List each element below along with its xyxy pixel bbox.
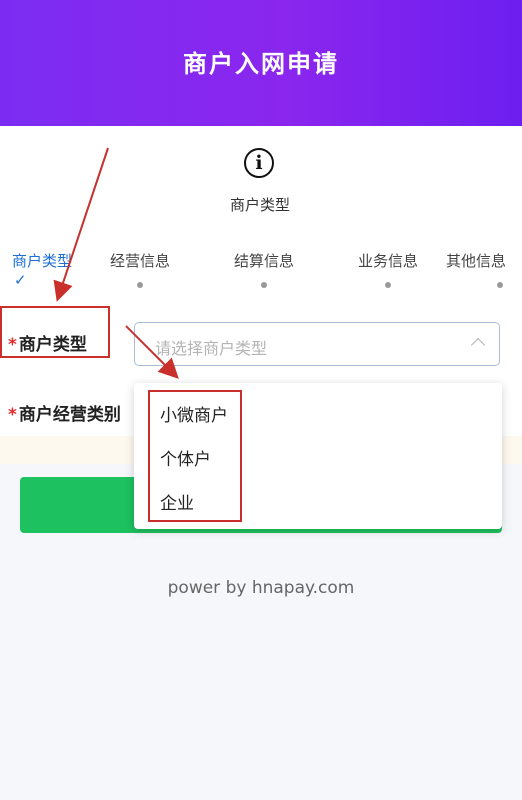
- business-category-label: * 商户经营类别: [8, 400, 121, 425]
- app-header: 商户入网申请: [0, 0, 522, 126]
- business-category-label-text: 商户经营类别: [18, 405, 121, 425]
- step-business-info[interactable]: 经营信息: [110, 250, 170, 271]
- annotation-box-label: [0, 306, 110, 358]
- step-service-info[interactable]: 业务信息: [358, 250, 418, 271]
- info-circle-icon: i: [244, 148, 274, 178]
- current-step-label: 商户类型: [229, 196, 290, 214]
- step-dot-icon: [137, 282, 143, 288]
- annotation-box-options: [148, 390, 242, 522]
- step-dot-icon: [261, 282, 267, 288]
- step-settlement-info[interactable]: 结算信息: [234, 250, 294, 271]
- required-mark: *: [8, 405, 17, 425]
- footer-text: power by hnapay.com: [167, 578, 355, 598]
- chevron-up-icon: [470, 337, 486, 353]
- step-other-info[interactable]: 其他信息: [446, 250, 506, 271]
- page-title: 商户入网申请: [183, 49, 339, 78]
- step-dot-icon: [385, 282, 391, 288]
- step-complete-check-icon: ✓: [14, 271, 27, 289]
- merchant-type-placeholder: 请选择商户类型: [155, 339, 268, 358]
- merchant-type-select[interactable]: 请选择商户类型: [134, 322, 500, 366]
- step-merchant-type[interactable]: 商户类型: [12, 250, 72, 271]
- step-dot-icon: [497, 282, 503, 288]
